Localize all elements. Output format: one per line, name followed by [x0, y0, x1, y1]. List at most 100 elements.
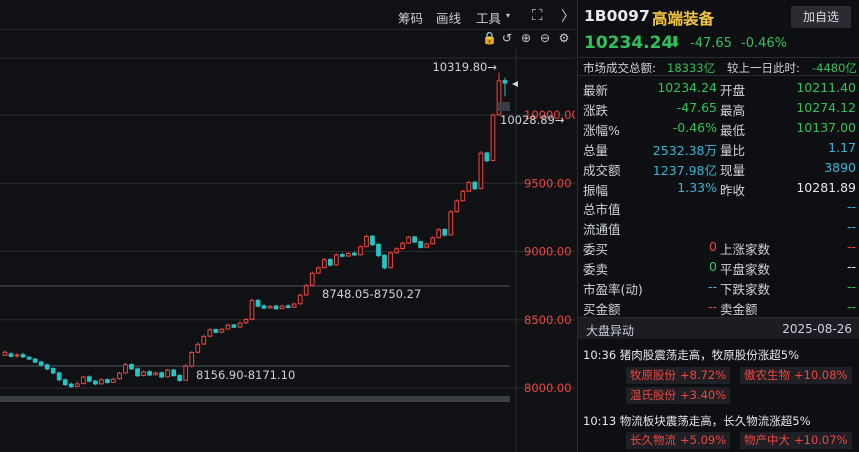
candle-up: [267, 305, 273, 309]
quote-label: 昨收: [720, 182, 746, 198]
zoom-out-icon[interactable]: ⊖: [538, 31, 552, 45]
quote-row: 买金额 -- 卖金额 --: [578, 297, 859, 317]
zoom-in-icon[interactable]: ⊕: [519, 31, 533, 45]
quote-label: 量比: [720, 142, 746, 158]
candle-up: [448, 211, 454, 236]
quote-value: --: [846, 199, 856, 215]
y-tick-label: 9500.00: [524, 176, 572, 190]
chip-distribution-button[interactable]: 筹码: [398, 8, 423, 27]
candle-up: [436, 229, 442, 239]
quote-row: 涨幅% -0.46% 最低 10137.00: [578, 118, 859, 138]
candle-up: [183, 365, 189, 381]
quote-value: 1.33%: [677, 179, 717, 195]
candle-up: [117, 372, 122, 380]
candle-up: [99, 379, 104, 385]
candle-up: [490, 114, 496, 161]
candle-up: [80, 376, 86, 385]
quote-row: 市盈率(动) -- 下跌家数 --: [578, 277, 859, 297]
kline-chart[interactable]: 10000.009500.009000.008500.008000.001031…: [0, 0, 575, 452]
candle-up: [291, 303, 297, 308]
stock-tag[interactable]: 长久物流 +5.09%: [626, 432, 731, 449]
news-title[interactable]: 大盘异动: [586, 322, 634, 339]
candle-down: [273, 305, 279, 310]
low-annotation: 10028.89→: [500, 113, 565, 127]
quote-value: 2532.38万: [652, 142, 717, 158]
quote-value: -47.65: [676, 99, 717, 115]
y-tick-label: 8500.00: [524, 313, 572, 327]
candle-down: [129, 364, 134, 370]
stock-tag-pct: +3.40%: [680, 388, 727, 402]
candle-up: [460, 190, 466, 202]
candle-up: [358, 246, 363, 256]
candle-up: [321, 259, 327, 269]
candle-down: [32, 358, 38, 363]
undo-icon[interactable]: ↺: [500, 31, 514, 45]
candle-up: [478, 152, 484, 189]
add-watchlist-button[interactable]: 加自选: [791, 6, 851, 28]
candle-down: [442, 228, 448, 236]
range-annotation: 8748.05-8750.27: [322, 287, 421, 301]
compare-value: -4480亿: [812, 61, 857, 75]
stock-tag-pct: +10.07%: [794, 433, 848, 447]
stock-tag-pct: +8.72%: [680, 368, 727, 382]
candle-up: [153, 372, 158, 376]
stock-tag[interactable]: 物产中大 +10.07%: [740, 432, 852, 449]
lock-icon[interactable]: 🔒: [482, 31, 497, 45]
candle-up: [14, 354, 20, 357]
quote-value: --: [846, 259, 856, 275]
candle-down: [177, 374, 183, 381]
quote-label: 现量: [720, 162, 746, 178]
quote-value: --: [846, 239, 856, 255]
tools-menu-button[interactable]: 工具: [476, 8, 501, 27]
stock-tag-name: 长久物流: [630, 433, 676, 447]
quote-value: --: [846, 219, 856, 235]
candle-up: [225, 324, 231, 330]
stock-tag[interactable]: 牧原股份 +8.72%: [626, 367, 731, 384]
quote-value: --: [707, 298, 717, 314]
quote-panel: 1B0097 高端装备 加自选 10234.24 ⬇ -47.65 -0.46%…: [577, 0, 859, 452]
current-price: 10234.24: [584, 33, 674, 53]
stock-tag[interactable]: 温氏股份 +3.40%: [626, 387, 731, 404]
candle-up: [430, 237, 436, 245]
quote-value: 0: [709, 239, 717, 255]
kline-chart-panel[interactable]: 10000.00 9500.00 9000.00 8500.00 8000.00 1031…: [0, 0, 575, 452]
down-arrow-icon: ⬇: [669, 33, 682, 51]
price-change: -47.65: [690, 36, 732, 51]
candle-down: [472, 181, 478, 190]
candle-down: [68, 383, 74, 388]
quote-row: 委卖 0 平盘家数 --: [578, 257, 859, 277]
candle-up: [297, 294, 303, 305]
candle-up: [249, 300, 255, 320]
expand-icon[interactable]: ⛶: [532, 6, 543, 24]
candle-down: [376, 243, 381, 257]
chevron-right-icon[interactable]: 〉: [561, 6, 575, 26]
quote-row: 最新 10234.24 开盘 10211.40: [578, 78, 859, 98]
compare-label: 较上一日此时:: [727, 61, 800, 75]
candle-down: [62, 379, 68, 386]
stock-tag[interactable]: 傲农生物 +10.08%: [740, 367, 852, 384]
candle-up: [219, 328, 225, 333]
high-annotation: 10319.80→: [432, 60, 497, 74]
candle-up: [466, 182, 472, 192]
candle-up: [165, 369, 171, 378]
candle-down: [105, 379, 110, 384]
candle-down: [418, 241, 424, 248]
news-item[interactable]: 10:13 物流板块震荡走高，长久物流涨超5%: [583, 413, 811, 429]
quote-label: 买金额: [583, 301, 621, 317]
candle-up: [243, 318, 249, 324]
candle-up: [454, 200, 460, 213]
quote-label: 总量: [583, 142, 609, 158]
quote-value: --: [707, 279, 717, 294]
draw-line-button[interactable]: 画线: [436, 8, 461, 27]
quote-label: 总市值: [583, 202, 621, 218]
settings-icon[interactable]: ⚙: [557, 31, 571, 45]
quote-row: 流通值 --: [578, 217, 859, 237]
news-item[interactable]: 10:36 猪肉股震荡走高，牧原股份涨超5%: [583, 347, 799, 363]
candle-up: [201, 335, 207, 345]
candle-down: [327, 258, 333, 266]
candle-down: [56, 372, 62, 381]
quote-label: 涨幅%: [583, 122, 620, 138]
quote-label: 最低: [720, 122, 746, 138]
chevron-down-icon[interactable]: ▾: [506, 11, 510, 20]
quote-value: -0.46%: [672, 119, 717, 135]
